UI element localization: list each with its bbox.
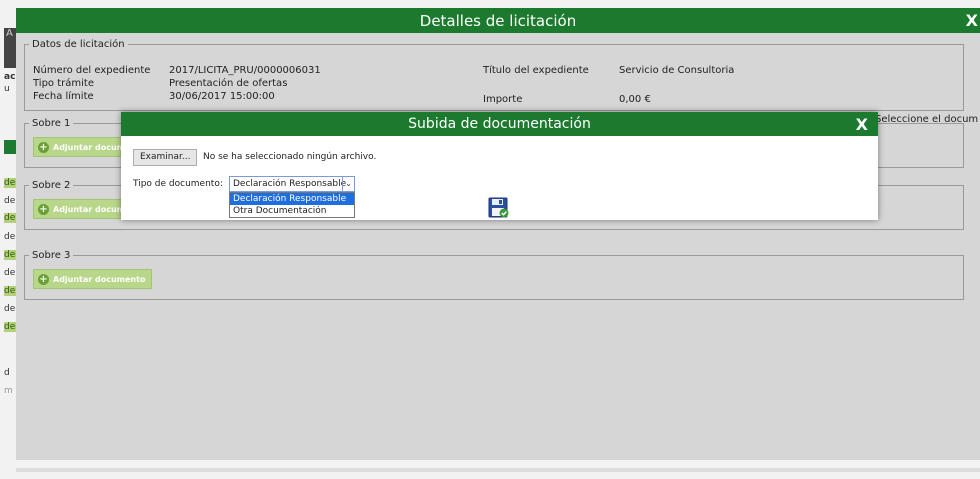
no-file-selected-text: No se ha seleccionado ningún archivo. (203, 152, 377, 162)
importe-label: Importe (483, 94, 523, 105)
background-header-strip: A (4, 28, 16, 68)
fecha-limite-value: 30/06/2017 15:00:00 (169, 91, 275, 102)
adjuntar-documento-button[interactable]: + Adjuntar documento (33, 269, 153, 289)
plus-circle-icon: + (38, 273, 49, 285)
background-fragment: ac (4, 72, 16, 82)
dropdown-option-declaracion[interactable]: Declaración Responsable (230, 193, 354, 205)
plus-circle-icon: + (38, 203, 49, 215)
fecha-limite-label: Fecha límite (33, 91, 94, 102)
chevron-down-icon[interactable]: ⌄ (342, 177, 354, 191)
background-fragment: de (4, 250, 16, 260)
upload-dialog-titlebar: Subida de documentación X (121, 112, 878, 136)
browse-file-button[interactable]: Examinar... (133, 149, 198, 166)
upload-dialog-close-button[interactable]: X (856, 115, 868, 134)
importe-value: 0,00 € (619, 94, 651, 105)
tipo-documento-select[interactable]: Declaración Responsable ⌄ (229, 176, 355, 192)
background-fragment: de (4, 196, 16, 206)
subida-documentacion-dialog: Subida de documentación X Examinar... No… (121, 112, 878, 220)
datos-legend: Datos de licitación (32, 39, 125, 50)
background-fragment: m (4, 386, 13, 396)
tipo-documento-dropdown: Declaración Responsable Otra Documentaci… (229, 192, 355, 218)
dropdown-option-otra[interactable]: Otra Documentación (230, 205, 354, 217)
sobre-3-fieldset: Sobre 3 + Adjuntar documento (24, 250, 964, 300)
save-disk-icon[interactable] (488, 197, 510, 219)
background-fragment: de (4, 213, 16, 223)
titulo-expediente-label: Título del expediente (483, 65, 589, 76)
main-dialog-close-button[interactable]: X (966, 11, 978, 30)
main-dialog-titlebar: Detalles de licitación X (16, 8, 980, 33)
background-fragment: de (4, 268, 16, 278)
numero-expediente-value: 2017/LICITA_PRU/0000006031 (169, 65, 321, 76)
tipo-tramite-value: Presentación de ofertas (169, 78, 288, 89)
bottom-divider (16, 468, 980, 472)
background-fragment: de (4, 232, 16, 242)
background-fragment: de (4, 286, 16, 296)
tipo-documento-selected-value: Declaración Responsable (233, 179, 347, 189)
seleccione-documento-text: Seleccione el docum (875, 114, 979, 125)
main-dialog-title: Detalles de licitación (419, 12, 577, 30)
sobre-2-legend: Sobre 2 (32, 180, 71, 191)
adjuntar-label: Adjuntar documento (53, 274, 146, 284)
tipo-tramite-label: Tipo trámite (33, 78, 94, 89)
background-fragment: u (4, 84, 10, 94)
sobre-3-legend: Sobre 3 (32, 250, 71, 261)
tipo-documento-label: Tipo de documento: (133, 179, 223, 189)
plus-circle-icon: + (38, 141, 49, 153)
background-fragment: de (4, 178, 16, 188)
background-fragment: de (4, 304, 16, 314)
upload-dialog-title: Subida de documentación (408, 116, 591, 132)
background-fragment: A (6, 28, 13, 39)
datos-licitacion-fieldset: Datos de licitación Número del expedient… (24, 39, 964, 111)
sobre-1-legend: Sobre 1 (32, 118, 71, 129)
numero-expediente-label: Número del expediente (33, 65, 151, 76)
background-fragment: d (4, 368, 10, 378)
titulo-expediente-value: Servicio de Consultoria (619, 65, 735, 76)
background-green-strip (4, 140, 16, 154)
background-fragment: de (4, 322, 16, 332)
